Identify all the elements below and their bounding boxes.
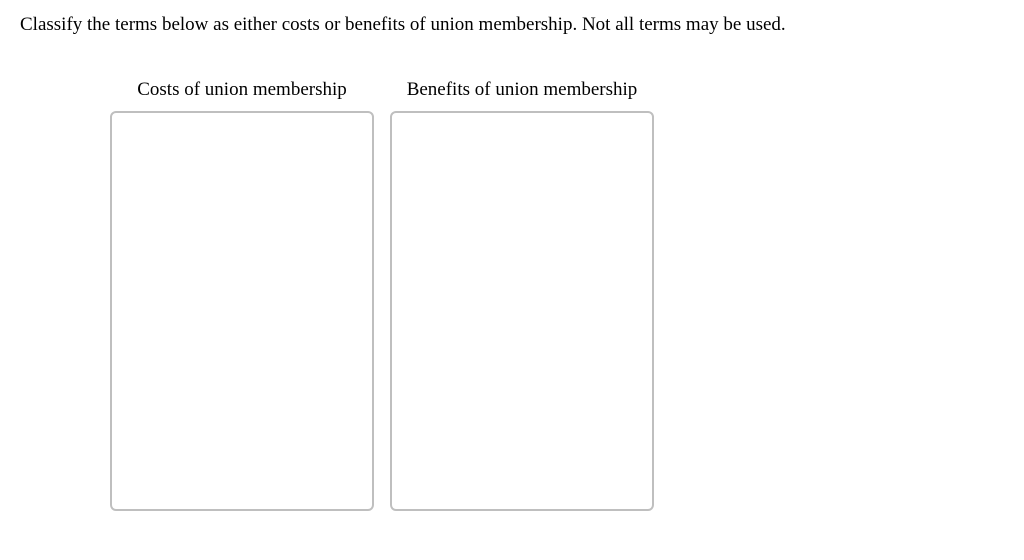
instruction-text: Classify the terms below as either costs… [20, 12, 1004, 39]
benefits-header: Benefits of union membership [407, 79, 638, 101]
benefits-column: Benefits of union membership [390, 79, 654, 511]
benefits-drop-zone[interactable] [390, 111, 654, 511]
costs-drop-zone[interactable] [110, 111, 374, 511]
costs-column: Costs of union membership [110, 79, 374, 511]
classification-columns: Costs of union membership Benefits of un… [110, 79, 1004, 511]
costs-header: Costs of union membership [137, 79, 347, 101]
